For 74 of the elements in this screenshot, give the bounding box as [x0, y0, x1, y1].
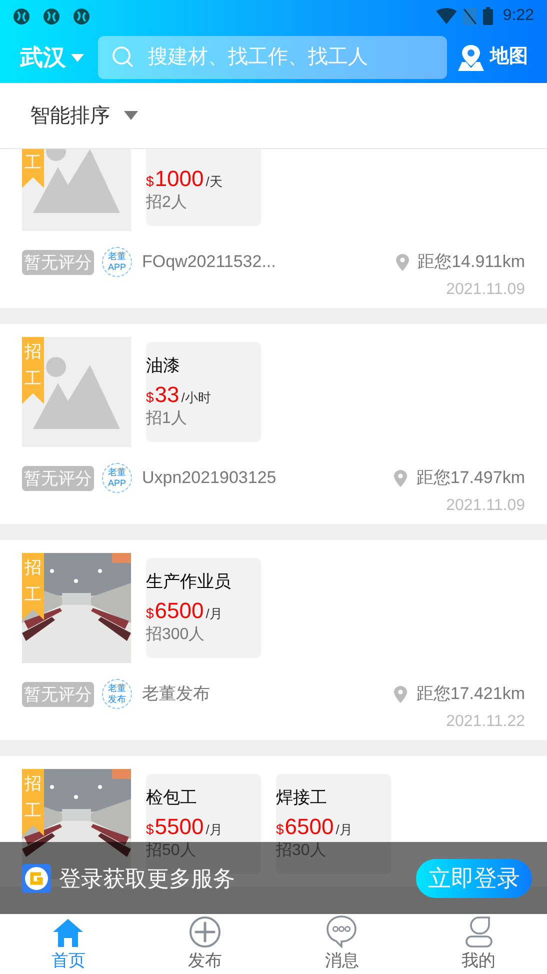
job-card[interactable]: 油漆 $33/小时 招1人 — [146, 342, 261, 442]
chat-bubble-icon — [326, 915, 358, 948]
tab-bar-item[interactable]: 发布 — [136, 914, 274, 974]
currency-symbol: $ — [146, 172, 154, 191]
job-title: 生产作业员 — [146, 571, 232, 593]
publisher-name: FOqw20211532... — [142, 251, 276, 274]
logo-text: 老董 — [108, 683, 126, 694]
price-unit: /天 — [206, 173, 222, 191]
job-card[interactable]: 生产作业员 $6500/月 招300人 — [146, 558, 261, 658]
job-card[interactable]: 焊接工 $6500/月 招30人 — [276, 774, 391, 874]
image-placeholder-icon — [22, 337, 131, 447]
publisher-name: 老董发布 — [142, 683, 210, 706]
map-button[interactable]: 地图 — [458, 43, 528, 72]
distance: 距您17.421km — [416, 683, 525, 706]
logo-text: 发布 — [108, 694, 126, 705]
rating-badge: 暂无评分 — [22, 466, 94, 490]
price-unit: /月 — [206, 821, 222, 839]
headcount: 招30人 — [276, 841, 327, 861]
headcount: 招300人 — [146, 625, 206, 645]
post-date: 2021.11.09 — [446, 280, 525, 300]
headcount: 招1人 — [146, 409, 188, 429]
wifi-icon — [436, 8, 457, 24]
home-icon — [52, 918, 84, 948]
tab-bar-item[interactable]: 首页 — [0, 914, 137, 974]
location-pin-icon — [394, 470, 408, 486]
logo-text: APP — [108, 262, 126, 273]
battery-icon — [482, 7, 493, 25]
recruit-ribbon: 招工 — [22, 769, 44, 836]
headcount: 招2人 — [146, 193, 188, 213]
search-icon — [112, 46, 134, 68]
job-title: 检包工 — [146, 787, 198, 809]
logo-text: 老董 — [108, 251, 126, 262]
location-pin-icon — [394, 686, 408, 702]
no-sim-icon — [462, 8, 477, 24]
location-pin-icon — [396, 254, 409, 270]
tab-bar-item[interactable]: 消息 — [274, 914, 410, 974]
notification-icon — [73, 8, 90, 24]
currency-symbol: $ — [276, 820, 284, 839]
notification-icon — [13, 8, 30, 24]
person-icon — [464, 916, 493, 948]
currency-symbol: $ — [146, 388, 154, 407]
price-unit: /月 — [206, 605, 222, 623]
job-title: 焊接工 — [276, 787, 328, 809]
publisher-name: Uxpn2021903125 — [142, 467, 276, 490]
logo-text: APP — [108, 478, 126, 489]
logo-text: 老董 — [108, 467, 126, 478]
map-pin-icon — [458, 44, 484, 72]
job-card[interactable]: $1000/天 招2人 — [146, 149, 261, 226]
tab-bar-item[interactable]: 我的 — [410, 914, 547, 974]
rating-badge: 暂无评分 — [22, 682, 94, 706]
job-price: 33 — [154, 381, 180, 409]
distance: 距您17.497km — [416, 467, 525, 490]
rating-badge: 暂无评分 — [22, 250, 94, 274]
job-price: 1000 — [154, 165, 204, 193]
caret-icon — [71, 54, 84, 62]
job-price: 6500 — [284, 813, 334, 841]
plus-circle-icon — [189, 916, 222, 948]
price-unit: /月 — [336, 821, 352, 839]
clock: 9:22 — [502, 6, 534, 26]
sort-dropdown[interactable]: 智能排序 — [30, 100, 138, 130]
headcount: 招50人 — [146, 841, 197, 861]
post-date: 2021.11.09 — [446, 496, 525, 516]
post-date: 2021.11.22 — [446, 712, 525, 732]
notification-icon — [43, 8, 60, 24]
distance: 距您14.911km — [418, 251, 525, 274]
currency-symbol: $ — [146, 820, 154, 839]
job-price: 5500 — [154, 813, 204, 841]
recruit-ribbon: 招工 — [22, 553, 44, 620]
recruit-ribbon: 招工 — [22, 337, 44, 404]
job-title: 油漆 — [146, 355, 181, 377]
job-price: 6500 — [154, 597, 204, 625]
currency-symbol: $ — [146, 604, 154, 623]
caret-icon — [124, 111, 138, 120]
price-unit: /小时 — [181, 389, 211, 407]
